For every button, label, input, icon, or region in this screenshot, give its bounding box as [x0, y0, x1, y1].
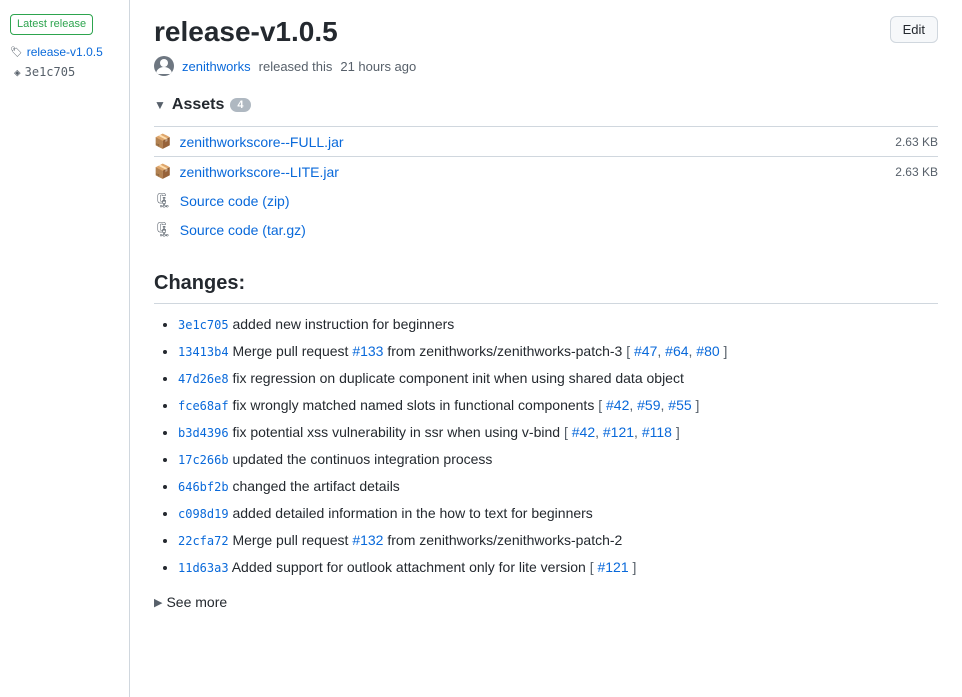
commit-message-6: updated the continuos integration proces…: [232, 451, 492, 467]
see-more-chevron-icon: ▶: [154, 596, 162, 609]
asset-lite-jar-link[interactable]: zenithworkscore--LITE.jar: [179, 164, 895, 180]
zip-icon: 🗜: [154, 192, 172, 209]
avatar: [154, 56, 174, 76]
comma-2a: ,: [657, 343, 665, 359]
commit-hash-10[interactable]: 11d63a3: [178, 561, 229, 575]
list-item: b3d4396 fix potential xss vulnerability …: [178, 422, 938, 443]
changes-section: Changes: 3e1c705 added new instruction f…: [154, 272, 938, 610]
sidebar-commit-hash[interactable]: 3e1c705: [25, 65, 76, 79]
jar-lite-icon: 📦: [154, 163, 171, 180]
list-item: 13413b4 Merge pull request #133 from zen…: [178, 341, 938, 362]
commit-message-8: added detailed information in the how to…: [232, 505, 592, 521]
list-item: 22cfa72 Merge pull request #132 from zen…: [178, 530, 938, 551]
latest-release-badge: Latest release: [10, 14, 93, 35]
meta-action: released this: [259, 59, 333, 74]
pr-118[interactable]: #118: [642, 424, 672, 440]
pr-link-133[interactable]: #133: [352, 343, 383, 359]
asset-item-full-jar: 📦 zenithworkscore--FULL.jar 2.63 KB: [154, 126, 938, 156]
commit-message-7: changed the artifact details: [232, 478, 399, 494]
asset-full-jar-link[interactable]: zenithworkscore--FULL.jar: [179, 134, 895, 150]
source-zip-item: 🗜 Source code (zip): [154, 186, 938, 215]
pr-42a[interactable]: #42: [606, 397, 629, 413]
commit-hash-6[interactable]: 17c266b: [178, 453, 229, 467]
list-item: 17c266b updated the continuos integratio…: [178, 449, 938, 470]
assets-chevron-icon: ▼: [154, 98, 166, 112]
pr-121b[interactable]: #121: [597, 559, 628, 575]
targz-icon: 🗜: [154, 221, 172, 238]
commit-message-2b: from zenithworks/zenithworks-patch-3: [387, 343, 626, 359]
changes-title: Changes:: [154, 272, 938, 304]
jar-icon: 📦: [154, 133, 171, 150]
changes-list: 3e1c705 added new instruction for beginn…: [154, 314, 938, 578]
commit-message-10: Added support for outlook attachment onl…: [232, 559, 590, 575]
commit-message-9: Merge pull request: [232, 532, 352, 548]
list-item: c098d19 added detailed information in th…: [178, 503, 938, 524]
pr-47[interactable]: #47: [634, 343, 657, 359]
commit-hash-2[interactable]: 13413b4: [178, 345, 229, 359]
assets-header[interactable]: ▼ Assets 4: [154, 96, 938, 114]
sidebar-tag-name: release-v1.0.5: [27, 45, 103, 59]
commit-message-2: Merge pull request: [232, 343, 352, 359]
sidebar-tag[interactable]: 🏷 release-v1.0.5: [10, 45, 119, 59]
pr-55[interactable]: #55: [668, 397, 691, 413]
bracket-text-4: [: [598, 397, 606, 413]
meta-time: 21 hours ago: [340, 59, 416, 74]
release-header: release-v1.0.5 Edit: [154, 16, 938, 48]
pr-42b[interactable]: #42: [572, 424, 595, 440]
source-targz-item: 🗜 Source code (tar.gz): [154, 215, 938, 244]
pr-59[interactable]: #59: [637, 397, 660, 413]
asset-lite-jar-size: 2.63 KB: [895, 165, 938, 179]
source-zip-link[interactable]: Source code (zip): [180, 193, 938, 209]
bracket-close-2: ]: [720, 343, 728, 359]
commit-message-3: fix regression on duplicate component in…: [232, 370, 683, 386]
commit-hash-3[interactable]: 47d26e8: [178, 372, 229, 386]
release-meta: zenithworks released this 21 hours ago: [154, 56, 938, 76]
meta-author[interactable]: zenithworks: [182, 59, 251, 74]
pr-80[interactable]: #80: [696, 343, 719, 359]
commit-hash-5[interactable]: b3d4396: [178, 426, 229, 440]
list-item: fce68af fix wrongly matched named slots …: [178, 395, 938, 416]
pr-132[interactable]: #132: [352, 532, 383, 548]
list-item: 3e1c705 added new instruction for beginn…: [178, 314, 938, 335]
release-title: release-v1.0.5: [154, 16, 338, 48]
see-more-label: See more: [166, 594, 227, 610]
edit-button[interactable]: Edit: [890, 16, 938, 43]
asset-full-jar-size: 2.63 KB: [895, 135, 938, 149]
sidebar-commit: ◈ 3e1c705: [14, 65, 119, 79]
sidebar: Latest release 🏷 release-v1.0.5 ◈ 3e1c70…: [0, 0, 130, 697]
bracket-text-2: [: [626, 343, 634, 359]
source-targz-link[interactable]: Source code (tar.gz): [180, 222, 938, 238]
assets-count: 4: [230, 98, 250, 112]
commit-icon: ◈: [14, 66, 21, 79]
list-item: 47d26e8 fix regression on duplicate comp…: [178, 368, 938, 389]
pr-64[interactable]: #64: [665, 343, 688, 359]
assets-section: ▼ Assets 4 📦 zenithworkscore--FULL.jar 2…: [154, 96, 938, 244]
commit-hash-8[interactable]: c098d19: [178, 507, 229, 521]
assets-label: Assets: [172, 96, 224, 114]
list-item: 11d63a3 Added support for outlook attach…: [178, 557, 938, 578]
list-item: 646bf2b changed the artifact details: [178, 476, 938, 497]
commit-message-9b: from zenithworks/zenithworks-patch-2: [387, 532, 622, 548]
asset-item-lite-jar: 📦 zenithworkscore--LITE.jar 2.63 KB: [154, 156, 938, 186]
pr-121a[interactable]: #121: [603, 424, 634, 440]
commit-hash-4[interactable]: fce68af: [178, 399, 229, 413]
commit-message-1: added new instruction for beginners: [232, 316, 454, 332]
commit-hash-7[interactable]: 646bf2b: [178, 480, 229, 494]
commit-message-4: fix wrongly matched named slots in funct…: [232, 397, 598, 413]
tag-icon: 🏷: [10, 47, 23, 58]
commit-message-5: fix potential xss vulnerability in ssr w…: [232, 424, 564, 440]
see-more-section[interactable]: ▶ See more: [154, 594, 938, 610]
commit-hash-1[interactable]: 3e1c705: [178, 318, 229, 332]
main-content: release-v1.0.5 Edit zenithworks released…: [130, 0, 962, 697]
commit-hash-9[interactable]: 22cfa72: [178, 534, 229, 548]
